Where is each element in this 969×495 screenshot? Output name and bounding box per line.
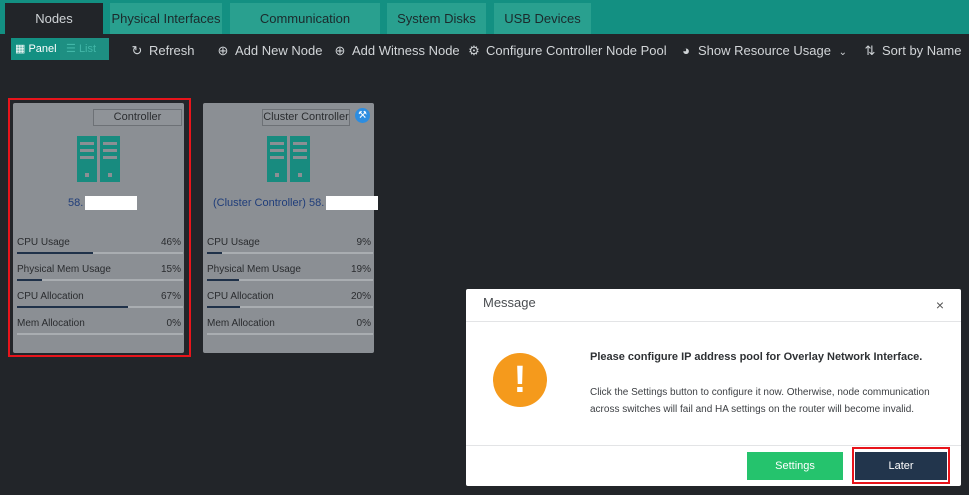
metric-cpu-allocation: CPU Allocation 20% <box>207 288 373 315</box>
add-node-label: Add New Node <box>235 43 323 58</box>
node-type-badge: Cluster Controller <box>262 109 350 126</box>
plus-circle-icon: ⊕ <box>334 43 346 58</box>
metric-bar <box>207 306 373 308</box>
list-view-button[interactable]: ☰ List <box>60 38 109 60</box>
tab-system-disks[interactable]: System Disks <box>387 3 486 34</box>
tab-nodes[interactable]: Nodes <box>5 3 103 34</box>
warning-icon: ! <box>493 353 547 407</box>
list-view-label: List <box>78 43 97 55</box>
toolbar: ▦ Panel ☰ List ↻ Refresh ⊕ Add New Node ⊕ A… <box>0 34 969 68</box>
list-icon: ☰ <box>66 43 76 55</box>
metric-bar-fill <box>207 279 239 281</box>
metric-bar <box>207 252 373 254</box>
plus-circle-icon: ⊕ <box>217 43 229 58</box>
redacted-ip <box>326 196 379 210</box>
sort-icon: ⇅ <box>864 43 876 58</box>
node-ip: (Cluster Controller) 58. <box>213 196 379 210</box>
metric-value: 19% <box>350 264 371 275</box>
selection-highlight <box>8 98 191 357</box>
metric-label: CPU Usage <box>207 237 260 248</box>
sort-by-label: Sort by Name <box>882 43 962 58</box>
add-node-button[interactable]: ⊕ Add New Node <box>216 34 323 68</box>
show-resource-usage-dropdown[interactable]: ◕ Show Resource Usage ⌄ <box>679 34 847 68</box>
metric-physical-mem-usage: Physical Mem Usage 19% <box>207 261 373 288</box>
tab-usb-devices[interactable]: USB Devices <box>494 3 591 34</box>
metric-bar <box>207 279 373 281</box>
pie-chart-icon: ◕ <box>682 43 690 58</box>
metric-value: 0% <box>356 318 371 329</box>
add-witness-node-button[interactable]: ⊕ Add Witness Node <box>333 34 460 68</box>
settings-button[interactable]: Settings <box>747 452 843 480</box>
dialog-heading: Please configure IP address pool for Ove… <box>590 351 923 363</box>
view-toggle: ▦ Panel ☰ List <box>11 38 109 60</box>
dialog-body: Click the Settings button to configure i… <box>590 387 930 415</box>
dialog-title: Message <box>483 295 536 310</box>
node-card-cluster-controller[interactable]: Cluster Controller ⚒ (Cluster Controller… <box>203 103 379 353</box>
grid-icon: ▦ <box>15 43 26 55</box>
metric-mem-allocation: Mem Allocation 0% <box>207 315 373 342</box>
metric-bar-fill <box>207 252 222 254</box>
panel-view-label: Panel <box>28 43 57 55</box>
sort-by-dropdown[interactable]: ⇅Sort by Name ⌄ <box>863 34 969 68</box>
server-icon <box>267 136 311 184</box>
metric-value: 9% <box>356 237 371 248</box>
refresh-button[interactable]: ↻ Refresh <box>130 34 195 68</box>
tab-bar: Nodes Physical Interfaces Communication … <box>0 0 969 57</box>
metric-label: Mem Allocation <box>207 318 275 329</box>
dialog-divider <box>466 321 961 322</box>
chevron-down-icon: ⌄ <box>838 47 847 58</box>
refresh-label: Refresh <box>149 43 195 58</box>
metric-value: 20% <box>350 291 371 302</box>
refresh-icon: ↻ <box>131 43 143 58</box>
wrench-icon[interactable]: ⚒ <box>355 108 370 123</box>
tab-communication-interfaces[interactable]: Communication Interfaces <box>230 3 380 57</box>
node-ip-prefix: (Cluster Controller) 58. <box>213 196 325 209</box>
panel-view-button[interactable]: ▦ Panel <box>11 38 60 60</box>
close-icon[interactable]: × <box>936 297 944 313</box>
gear-icon: ⚙ <box>468 43 480 58</box>
metric-bar-fill <box>207 306 241 308</box>
show-resource-label: Show Resource Usage <box>698 43 831 58</box>
dialog-footer-divider <box>466 445 961 446</box>
configure-pool-label: Configure Controller Node Pool <box>486 43 667 58</box>
metric-label: Physical Mem Usage <box>207 264 301 275</box>
later-button-highlight <box>852 447 950 484</box>
metric-bar <box>207 333 373 335</box>
tab-physical-interfaces[interactable]: Physical Interfaces <box>110 3 222 34</box>
add-witness-label: Add Witness Node <box>352 43 460 58</box>
metric-label: CPU Allocation <box>207 291 274 302</box>
configure-pool-button[interactable]: ⚙ Configure Controller Node Pool <box>467 34 667 68</box>
metric-cpu-usage: CPU Usage 9% <box>207 234 373 261</box>
